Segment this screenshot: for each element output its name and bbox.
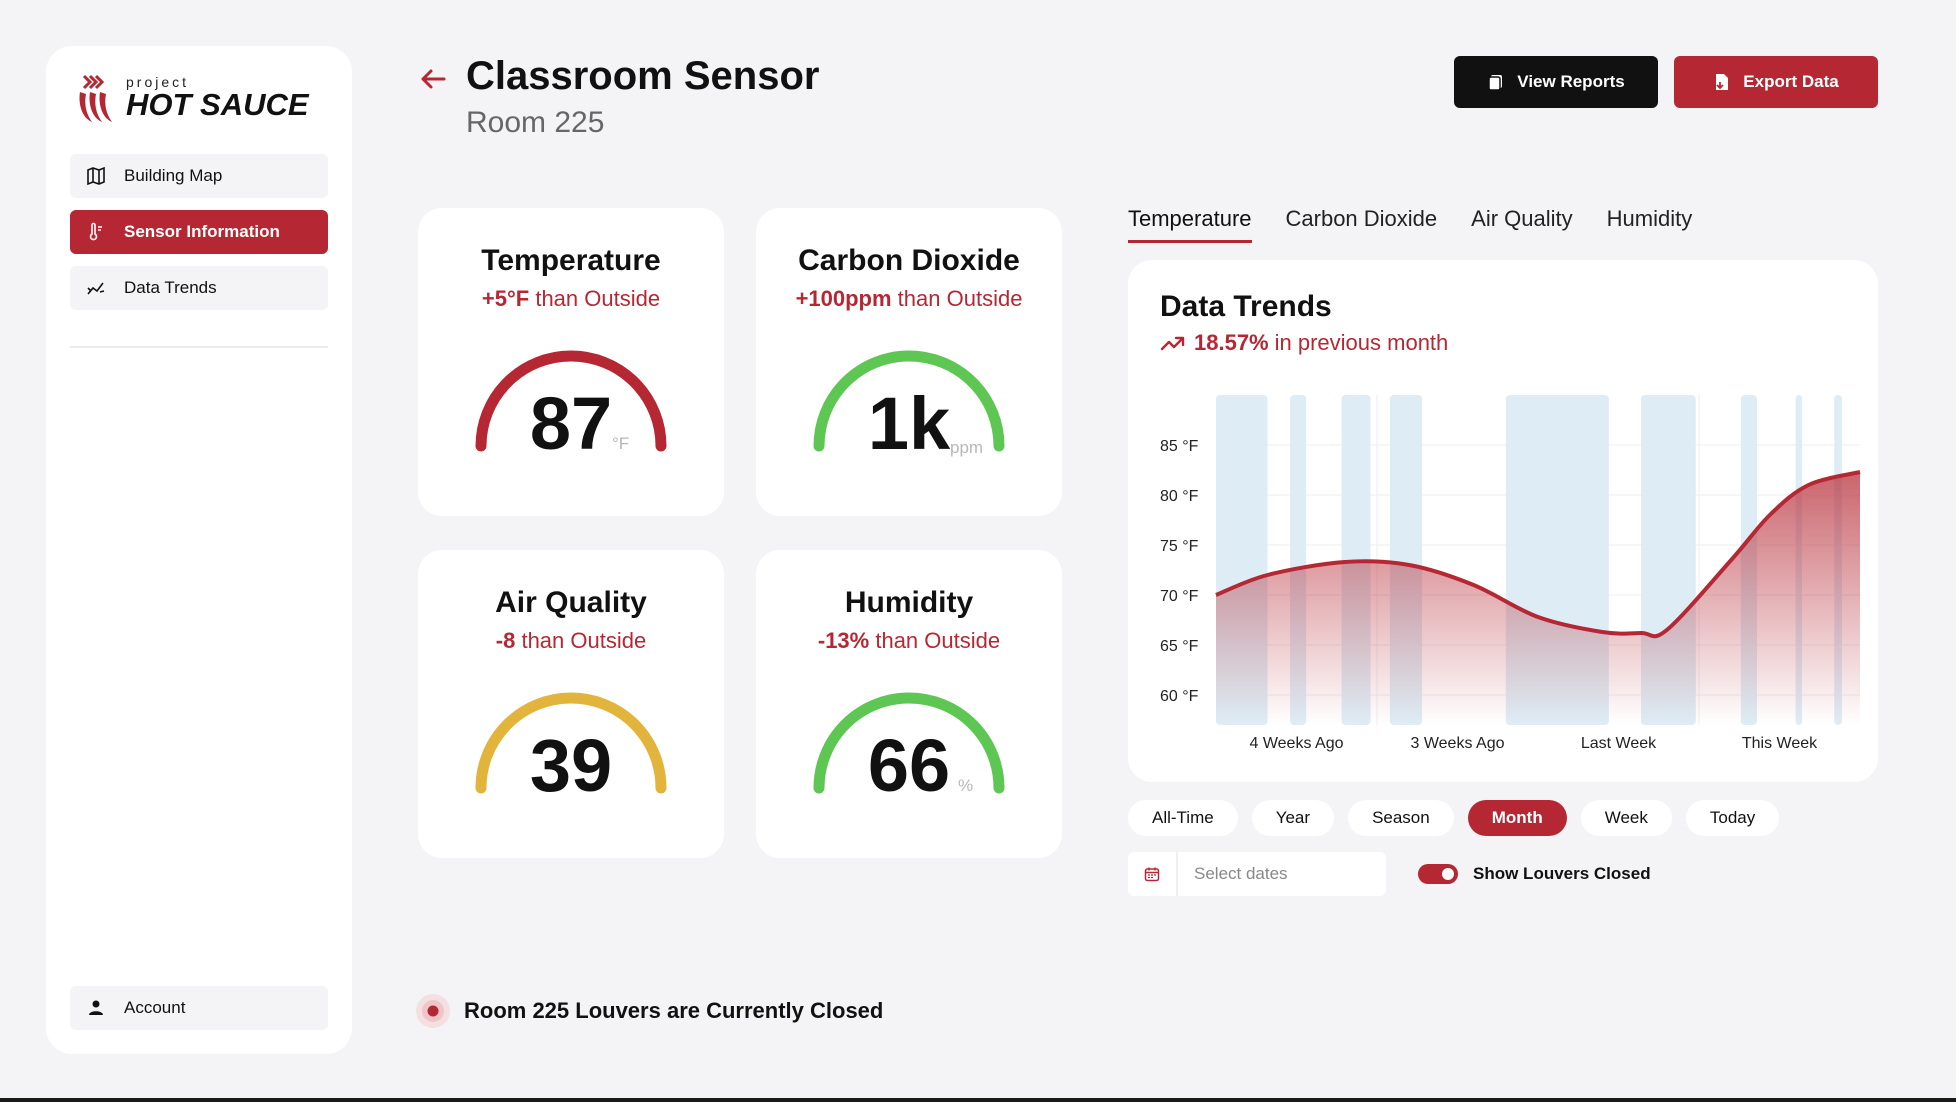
air-quality-card[interactable]: Air Quality -8 than Outside 39 [418,550,724,858]
humidity-card[interactable]: Humidity -13% than Outside 66 % [756,550,1062,858]
account-section: Account [70,986,328,1030]
range-season[interactable]: Season [1348,800,1454,836]
temperature-card[interactable]: Temperature +5°F than Outside 87 °F [418,208,724,516]
toggle-knob [1442,868,1454,880]
chart-delta: 18.57% in previous month [1160,330,1448,356]
card-delta: -13% than Outside [756,628,1062,654]
sidebar-item-label: Building Map [124,166,223,185]
chart-delta-value: 18.57% [1194,330,1269,355]
x-tick-label: This Week [1742,735,1818,752]
gauge-unit: °F [612,434,630,453]
range-month[interactable]: Month [1467,800,1567,836]
trend-icon [87,282,105,295]
delta-suffix: than Outside [529,286,661,311]
reports-icon [1488,75,1503,91]
bottom-rule [0,1098,1956,1102]
tab-humidity[interactable]: Humidity [1607,206,1693,243]
sidebar-item-data-trends[interactable]: Data Trends [70,266,328,310]
gauge-value: 1k [867,382,951,465]
gauge-value: 87 [529,382,613,465]
gauge-value: 66 [867,724,951,807]
view-reports-button[interactable]: View Reports [1454,56,1658,108]
y-tick-label: 80 °F [1160,488,1199,505]
hot-sauce-logo-icon [79,74,112,122]
calendar-icon [1144,867,1160,882]
tab-temperature[interactable]: Temperature [1128,206,1252,243]
select-dates-input[interactable] [1178,852,1378,896]
logo-big-text: HOT SAUCE [126,87,309,122]
sidebar-item-label: Data Trends [124,278,217,297]
time-range-selector: All-Time Year Season Month Week Today [1128,800,1793,836]
date-picker [1128,852,1386,896]
trending-up-icon [1160,336,1185,351]
page-title: Classroom Sensor [466,54,820,98]
x-tick-label: 3 Weeks Ago [1411,735,1505,752]
range-all-time[interactable]: All-Time [1128,800,1238,836]
delta-value: -8 [495,628,516,653]
back-arrow-icon[interactable] [418,64,448,94]
gauge-unit: ppm [950,438,984,457]
tab-carbon-dioxide[interactable]: Carbon Dioxide [1286,206,1438,243]
carbon-dioxide-card[interactable]: Carbon Dioxide +100ppm than Outside 1k p… [756,208,1062,516]
card-title: Temperature [481,244,661,277]
x-tick-label: 4 Weeks Ago [1250,735,1344,752]
x-tick-label: Last Week [1581,735,1657,752]
sidebar-item-label: Account [124,998,186,1017]
sidebar-nav: Building Map Sensor Information Data Tre… [70,154,328,322]
export-data-button[interactable]: Export Data [1674,56,1878,108]
louvers-toggle[interactable] [1418,864,1458,884]
user-icon [89,1000,103,1015]
gauge-unit: % [958,776,974,795]
delta-suffix: than Outside [515,628,647,653]
y-tick-label: 70 °F [1160,588,1199,605]
export-data-label: Export Data [1743,72,1839,91]
y-tick-label: 75 °F [1160,538,1199,555]
card-delta: +5°F than Outside [418,286,724,312]
sidebar-item-account[interactable]: Account [70,986,328,1030]
card-title: Humidity [844,586,974,619]
chart-delta-text: in previous month [1274,330,1449,355]
delta-value: -13% [817,628,870,653]
range-year[interactable]: Year [1251,800,1335,836]
chart-title: Data Trends [1160,290,1332,323]
louver-status: Room 225 Louvers are Currently Closed [414,992,883,1030]
y-tick-label: 85 °F [1160,438,1199,455]
card-delta: +100ppm than Outside [756,286,1062,312]
metric-tabs: Temperature Carbon Dioxide Air Quality H… [1128,206,1726,243]
card-delta: -8 than Outside [418,628,724,654]
sidebar-divider [70,346,328,348]
card-title: Carbon Dioxide [798,244,1020,277]
export-file-icon [1716,74,1729,90]
logo[interactable]: project HOT SAUCE [76,70,309,126]
status-indicator-icon [416,994,450,1028]
tab-air-quality[interactable]: Air Quality [1471,206,1572,243]
sidebar: project HOT SAUCE Building Map Sensor In… [46,46,352,1054]
delta-value: +100ppm [795,286,892,311]
range-today[interactable]: Today [1685,800,1780,836]
page-subtitle: Room 225 [466,106,605,139]
delta-suffix: than Outside [891,286,1023,311]
date-icon-wrap[interactable] [1128,852,1178,896]
louvers-toggle-label: Show Louvers Closed [1473,864,1651,883]
sidebar-item-building-map[interactable]: Building Map [70,154,328,198]
view-reports-label: View Reports [1517,72,1625,91]
thermometer-icon [89,222,102,241]
range-week[interactable]: Week [1580,800,1672,836]
sidebar-item-label: Sensor Information [124,222,280,241]
y-tick-label: 60 °F [1160,688,1199,705]
y-tick-label: 65 °F [1160,638,1199,655]
delta-value: +5°F [481,286,530,311]
delta-suffix: than Outside [869,628,1001,653]
data-trends-panel: 85 °F 80 °F 75 °F 70 °F 65 °F 60 °F 4 Weeks Ag… [1128,260,1878,782]
gauge-value: 39 [529,724,613,807]
sidebar-item-sensor-information[interactable]: Sensor Information [70,210,328,254]
louver-status-text: Room 225 Louvers are Currently Closed [464,998,884,1023]
card-title: Air Quality [495,586,647,619]
map-icon [87,166,105,186]
